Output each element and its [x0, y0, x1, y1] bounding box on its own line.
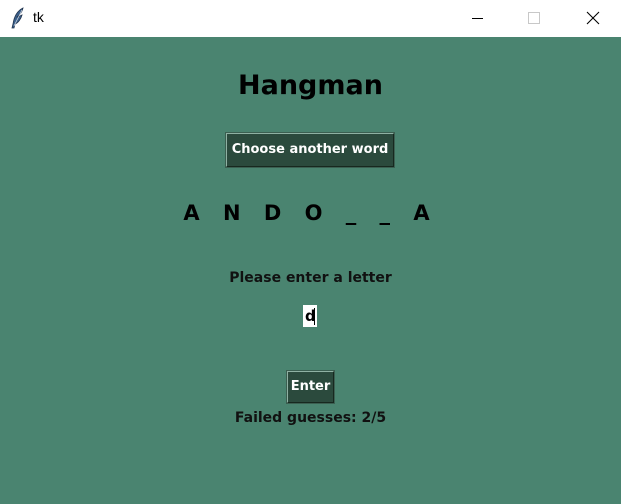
- choose-another-word-button[interactable]: Choose another word: [226, 133, 394, 167]
- app-window: tk Hangman Choose another word A N D O _…: [0, 0, 621, 504]
- close-icon: [586, 11, 600, 25]
- window-title: tk: [33, 9, 44, 25]
- letter-prompt: Please enter a letter: [229, 270, 392, 286]
- minimize-button[interactable]: [448, 0, 506, 37]
- close-button[interactable]: [563, 0, 621, 37]
- title-bar: tk: [0, 0, 621, 37]
- maximize-button[interactable]: [505, 0, 563, 37]
- minimize-icon: [472, 18, 483, 19]
- game-panel: Hangman Choose another word A N D O _ _ …: [0, 37, 621, 504]
- maximize-icon: [528, 12, 540, 24]
- failed-guesses-label: Failed guesses: 2/5: [234, 410, 387, 426]
- enter-button[interactable]: Enter: [287, 371, 334, 403]
- feather-icon: [10, 7, 26, 29]
- word-display: A N D O _ _ A: [183, 201, 438, 225]
- text-caret: [314, 308, 315, 325]
- game-title: Hangman: [238, 70, 383, 101]
